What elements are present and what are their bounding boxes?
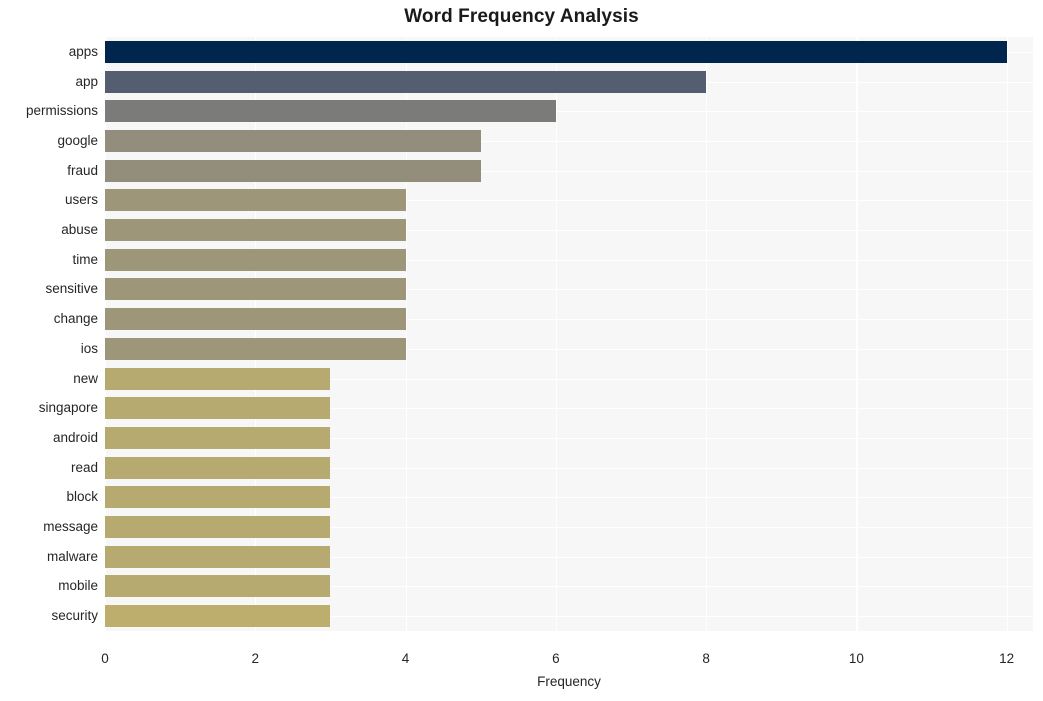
- y-tick-label-permissions: permissions: [25, 103, 98, 119]
- y-tick-label-ios: ios: [80, 340, 98, 356]
- bar-read: [105, 456, 331, 479]
- bar-users: [105, 189, 406, 212]
- y-tick-label-time: time: [72, 251, 98, 267]
- bar-sensitive: [105, 278, 406, 301]
- y-tick-label-apps: apps: [68, 43, 98, 59]
- bars-layer: [105, 37, 1033, 631]
- y-tick-label-message: message: [43, 519, 98, 535]
- word-frequency-bar-chart: Word Frequency Analysis apps app permissio…: [0, 0, 1043, 701]
- bar-new: [105, 367, 331, 390]
- y-tick-label-block: block: [66, 489, 98, 505]
- bar-abuse: [105, 219, 406, 242]
- bar-mobile: [105, 575, 331, 598]
- y-tick-label-change: change: [53, 311, 98, 327]
- bar-time: [105, 248, 406, 271]
- bar-singapore: [105, 397, 331, 420]
- bar-block: [105, 486, 331, 509]
- y-tick-label-mobile: mobile: [58, 578, 98, 594]
- plot-area: [105, 37, 1033, 631]
- y-tick-label-users: users: [64, 192, 98, 208]
- x-tick-label-12: 12: [999, 651, 1015, 666]
- bar-message: [105, 516, 331, 539]
- x-tick-label-4: 4: [401, 651, 410, 666]
- x-tick-label-6: 6: [552, 651, 560, 666]
- x-tick-label-8: 8: [702, 651, 710, 666]
- x-tick-label-10: 10: [848, 651, 864, 666]
- x-tick-label-2: 2: [251, 651, 260, 666]
- y-tick-label-abuse: abuse: [61, 222, 98, 238]
- bar-security: [105, 605, 331, 628]
- y-tick-label-app: app: [75, 73, 98, 89]
- y-tick-label-fraud: fraud: [67, 162, 98, 178]
- y-tick-label-new: new: [73, 370, 98, 386]
- y-tick-label-singapore: singapore: [38, 400, 98, 416]
- y-tick-label-google: google: [57, 132, 98, 148]
- bar-malware: [105, 545, 331, 568]
- chart-title: Word Frequency Analysis: [404, 6, 639, 27]
- x-axis-tick-labels: 0 2 4 6 8 10 12: [101, 633, 1033, 666]
- y-tick-label-sensitive: sensitive: [45, 281, 98, 297]
- y-tick-label-android: android: [52, 429, 98, 445]
- bar-fraud: [105, 159, 481, 182]
- bar-permissions: [105, 100, 556, 123]
- bar-android: [105, 426, 331, 449]
- y-axis-tick-labels: apps app permissions google fraud users abuse t…: [0, 37, 98, 631]
- bar-google: [105, 129, 481, 152]
- bar-apps: [105, 40, 1007, 63]
- y-tick-label-malware: malware: [46, 548, 98, 564]
- y-tick-label-read: read: [70, 459, 98, 475]
- x-tick-label-0: 0: [101, 651, 109, 666]
- y-tick-label-security: security: [51, 608, 98, 624]
- x-axis-title: Frequency: [537, 674, 601, 689]
- bar-app: [105, 70, 707, 93]
- bar-change: [105, 308, 406, 331]
- bar-ios: [105, 337, 406, 360]
